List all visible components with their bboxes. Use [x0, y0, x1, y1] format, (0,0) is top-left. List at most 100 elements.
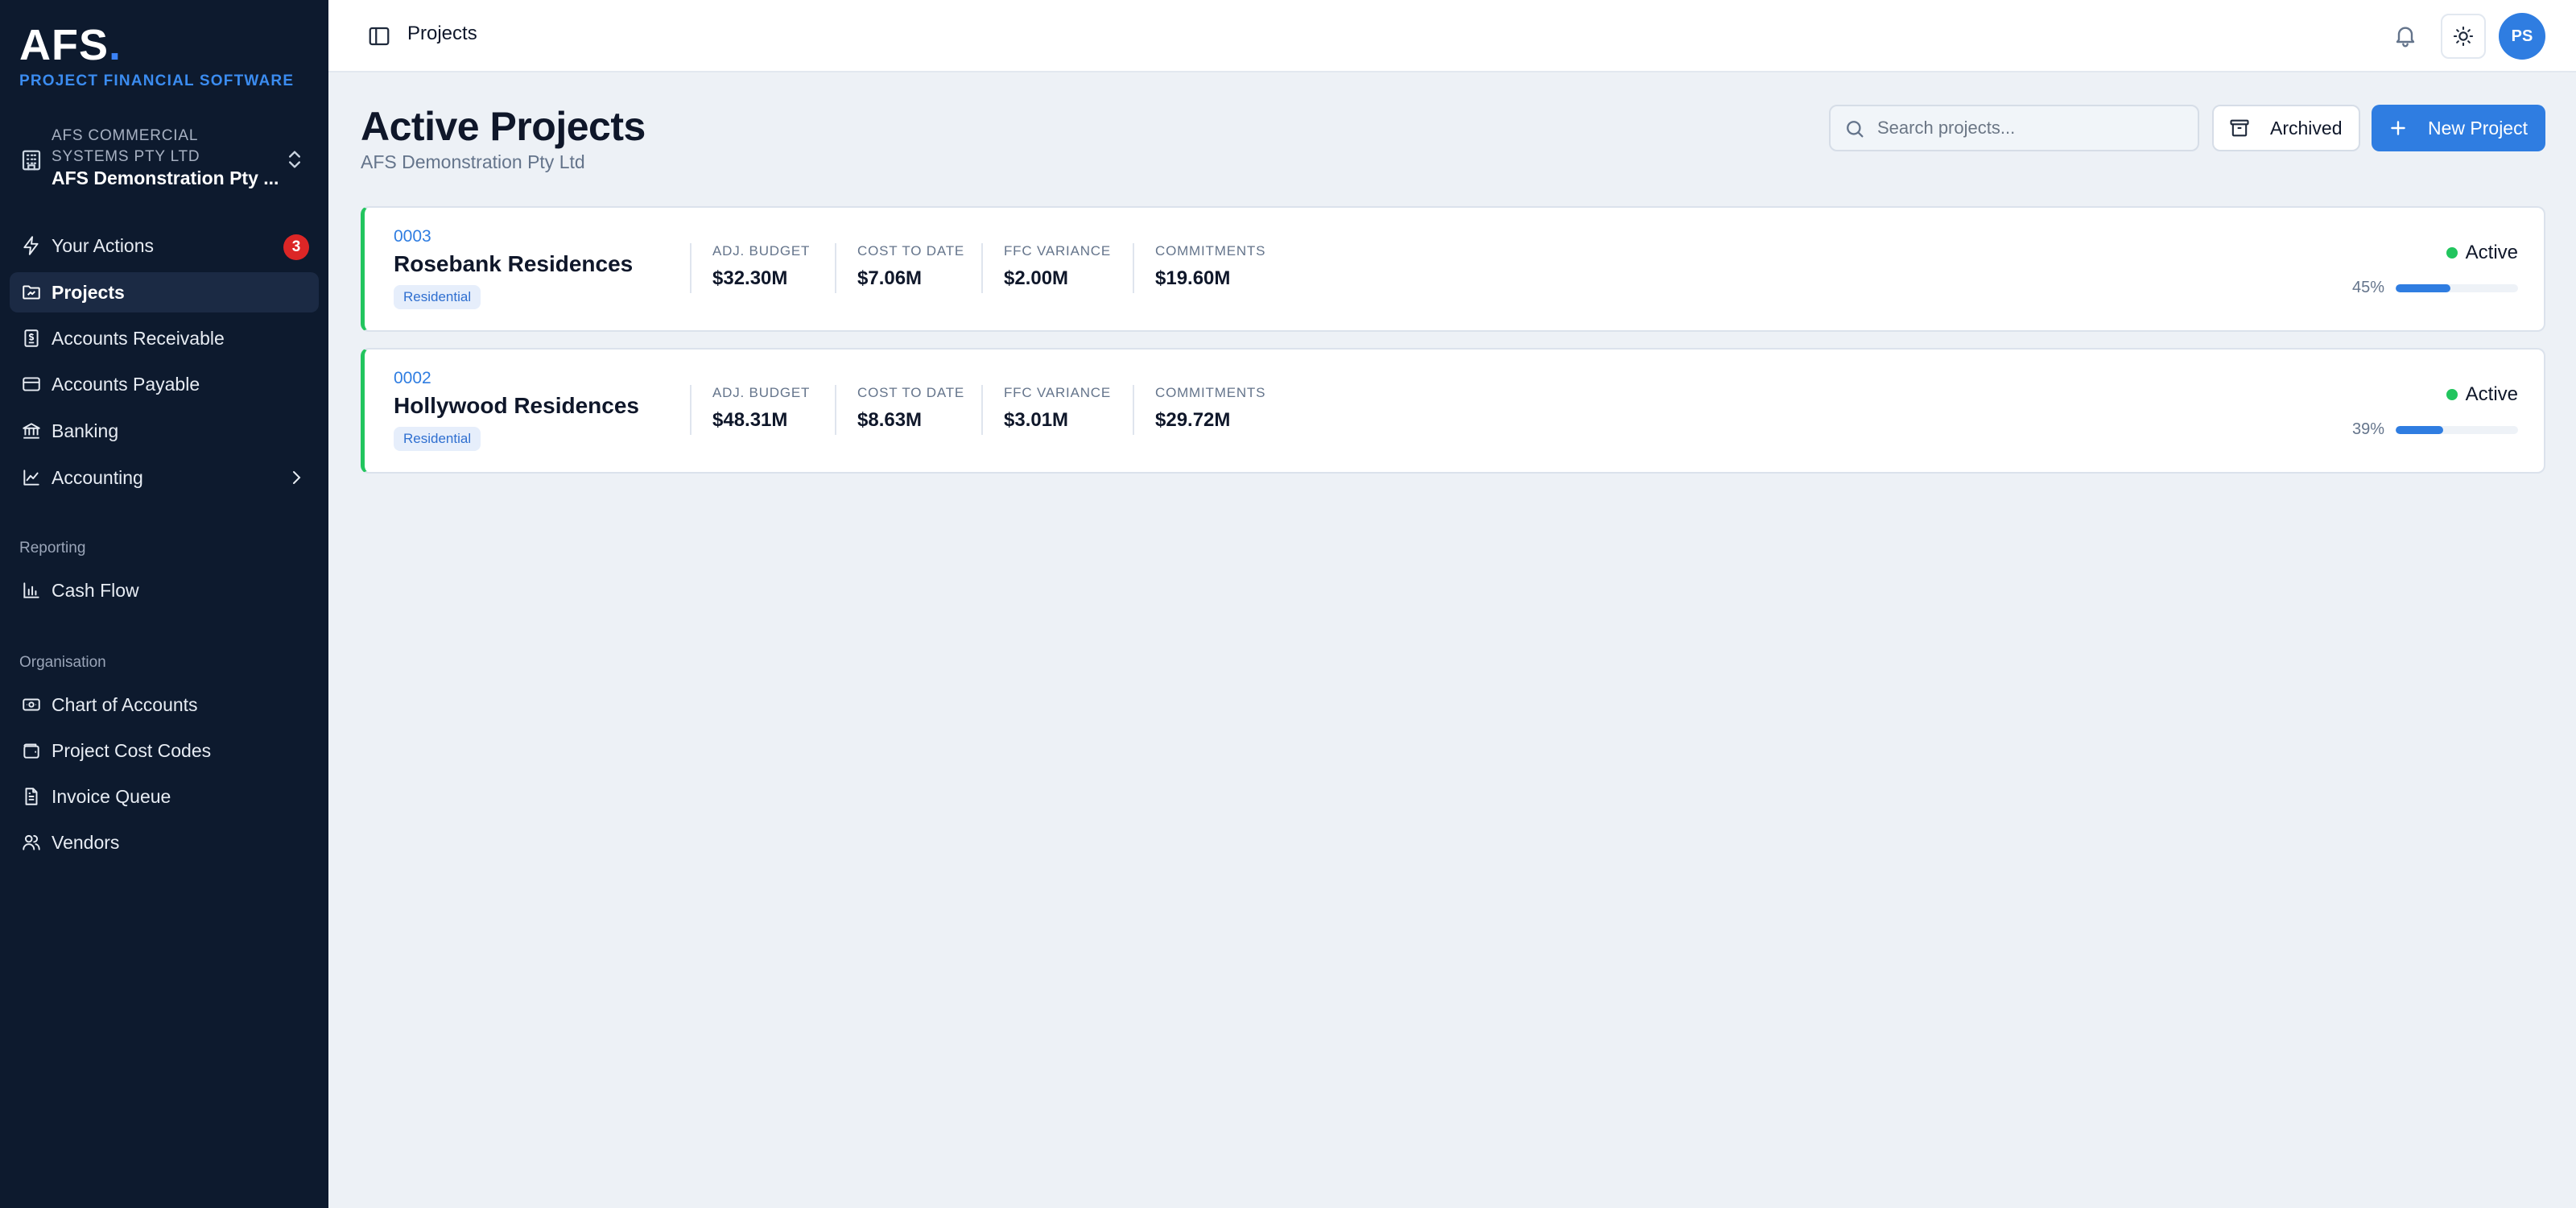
sidebar-item-project-cost-codes[interactable]: Project Cost Codes: [10, 730, 319, 771]
receipt-dollar-icon: [21, 328, 42, 349]
organisation-switcher[interactable]: AFS COMMERCIAL SYSTEMS PTY LTD AFS Demon…: [19, 126, 309, 193]
sidebar-item-label: Accounts Payable: [52, 373, 200, 395]
sun-icon: [2453, 26, 2474, 47]
bank-icon: [21, 420, 42, 441]
building-icon: [22, 150, 41, 171]
lightning-icon: [21, 235, 42, 256]
progress-indicator: 39%: [2352, 420, 2518, 439]
wallet-icon: [21, 740, 42, 761]
section-label-reporting: Reporting: [19, 540, 86, 556]
metric-label: COST TO DATE: [857, 243, 965, 259]
project-code[interactable]: 0003: [394, 227, 431, 246]
metric-commitments: COMMITMENTS $19.60M: [1133, 243, 1265, 293]
search-icon: [1847, 121, 1864, 138]
chevron-right-icon: [293, 471, 301, 484]
sidebar-item-banking[interactable]: Banking: [10, 411, 319, 451]
sidebar-item-invoice-queue[interactable]: Invoice Queue: [10, 776, 319, 817]
metric-cost-to-date: COST TO DATE $8.63M: [835, 385, 964, 435]
line-chart-icon: [21, 467, 42, 488]
progress-percent: 45%: [2351, 279, 2384, 296]
sidebar-item-vendors[interactable]: Vendors: [10, 822, 319, 863]
metric-label: FFC VARIANCE: [1004, 385, 1112, 400]
archived-button[interactable]: Archived: [2212, 105, 2360, 151]
progress-percent: 39%: [2351, 420, 2384, 438]
notification-count-badge: 3: [283, 234, 309, 260]
user-avatar[interactable]: PS: [2499, 13, 2545, 60]
project-type-tag: Residential: [394, 427, 481, 451]
metric-label: ADJ. BUDGET: [712, 243, 811, 259]
brand-logo[interactable]: AFS.: [19, 23, 122, 68]
status-badge: Active: [2446, 383, 2518, 406]
metric-value: $19.60M: [1155, 267, 1231, 289]
metric-value: $32.30M: [712, 267, 788, 289]
archived-button-label: Archived: [2270, 117, 2343, 139]
banknote-icon: [21, 694, 42, 715]
bell-icon[interactable]: [2392, 23, 2418, 48]
project-type-tag: Residential: [394, 285, 481, 309]
breadcrumb-title: Projects: [407, 23, 477, 44]
metric-value: $3.01M: [1004, 409, 1069, 431]
users-icon: [21, 832, 42, 853]
sidebar-item-chart-of-accounts[interactable]: Chart of Accounts: [10, 685, 319, 725]
status-text: Active: [2465, 383, 2518, 405]
metric-adj-budget: ADJ. BUDGET $32.30M: [690, 243, 810, 293]
organisation-name: AFS Demonstration Pty ...: [52, 168, 279, 188]
sidebar-item-label: Your Actions: [52, 234, 155, 256]
sidebar-item-accounting[interactable]: Accounting: [10, 457, 319, 498]
section-label-organisation: Organisation: [19, 654, 106, 671]
metric-label: COMMITMENTS: [1155, 385, 1266, 400]
metric-commitments: COMMITMENTS $29.72M: [1133, 385, 1265, 435]
progress-fill: [2396, 283, 2451, 292]
progress-track: [2396, 425, 2518, 434]
progress-track: [2396, 283, 2518, 292]
project-card[interactable]: 0002 Hollywood Residences Residential AD…: [361, 348, 2545, 474]
new-project-button[interactable]: New Project: [2372, 105, 2545, 151]
folder-icon: [21, 282, 42, 303]
sidebar-item-accounts-payable[interactable]: Accounts Payable: [10, 364, 319, 404]
sidebar-item-label: Project Cost Codes: [52, 739, 212, 761]
status-dot-icon: [2446, 389, 2458, 400]
sidebar-item-label: Banking: [52, 420, 119, 441]
credit-card-icon: [21, 374, 42, 395]
metric-label: COST TO DATE: [857, 385, 965, 400]
sidebar-item-label: Invoice Queue: [52, 785, 171, 807]
sidebar-item-label: Chart of Accounts: [52, 693, 198, 715]
sidebar-item-accounts-receivable[interactable]: Accounts Receivable: [10, 318, 319, 358]
sidebar-item-your-actions[interactable]: Your Actions 3: [10, 225, 319, 266]
project-code[interactable]: 0002: [394, 369, 431, 388]
metric-label: ADJ. BUDGET: [712, 385, 811, 400]
metric-ffc-variance: FFC VARIANCE $2.00M: [981, 243, 1111, 293]
status-text: Active: [2465, 242, 2518, 263]
metric-label: COMMITMENTS: [1155, 243, 1266, 259]
project-name[interactable]: Hollywood Residences: [394, 393, 639, 419]
chevron-up-down-icon: [289, 151, 300, 168]
sidebar-toggle-icon[interactable]: [367, 24, 391, 48]
project-name[interactable]: Rosebank Residences: [394, 251, 633, 277]
archive-icon: [2230, 119, 2249, 137]
metric-value: $8.63M: [857, 409, 923, 431]
sidebar-item-projects[interactable]: Projects: [10, 272, 319, 312]
new-project-button-label: New Project: [2428, 117, 2528, 139]
status-dot-icon: [2446, 247, 2458, 259]
metric-value: $2.00M: [1004, 267, 1069, 289]
sidebar-item-label: Vendors: [52, 831, 120, 853]
page-subtitle: AFS Demonstration Pty Ltd: [361, 151, 585, 172]
sidebar: AFS. PROJECT FINANCIAL SOFTWARE AFS COMM…: [0, 0, 328, 1208]
metric-label: FFC VARIANCE: [1004, 243, 1112, 259]
page-title: Active Projects: [361, 104, 646, 149]
metric-cost-to-date: COST TO DATE $7.06M: [835, 243, 964, 293]
top-bar: Projects PS: [328, 0, 2576, 72]
sidebar-item-label: Projects: [52, 281, 125, 303]
plus-icon: [2391, 121, 2405, 135]
document-icon: [21, 786, 42, 807]
sidebar-item-label: Cash Flow: [52, 579, 139, 601]
project-card[interactable]: 0003 Rosebank Residences Residential ADJ…: [361, 206, 2545, 332]
progress-fill: [2396, 425, 2444, 434]
sidebar-item-label: Accounts Receivable: [52, 327, 225, 349]
progress-indicator: 45%: [2352, 279, 2518, 297]
theme-toggle-button[interactable]: [2441, 14, 2486, 59]
organisation-parent: AFS COMMERCIAL SYSTEMS PTY LTD: [52, 127, 200, 165]
sidebar-item-cash-flow[interactable]: Cash Flow: [10, 570, 319, 610]
metric-value: $48.31M: [712, 409, 788, 431]
search-input[interactable]: [1877, 106, 2191, 150]
